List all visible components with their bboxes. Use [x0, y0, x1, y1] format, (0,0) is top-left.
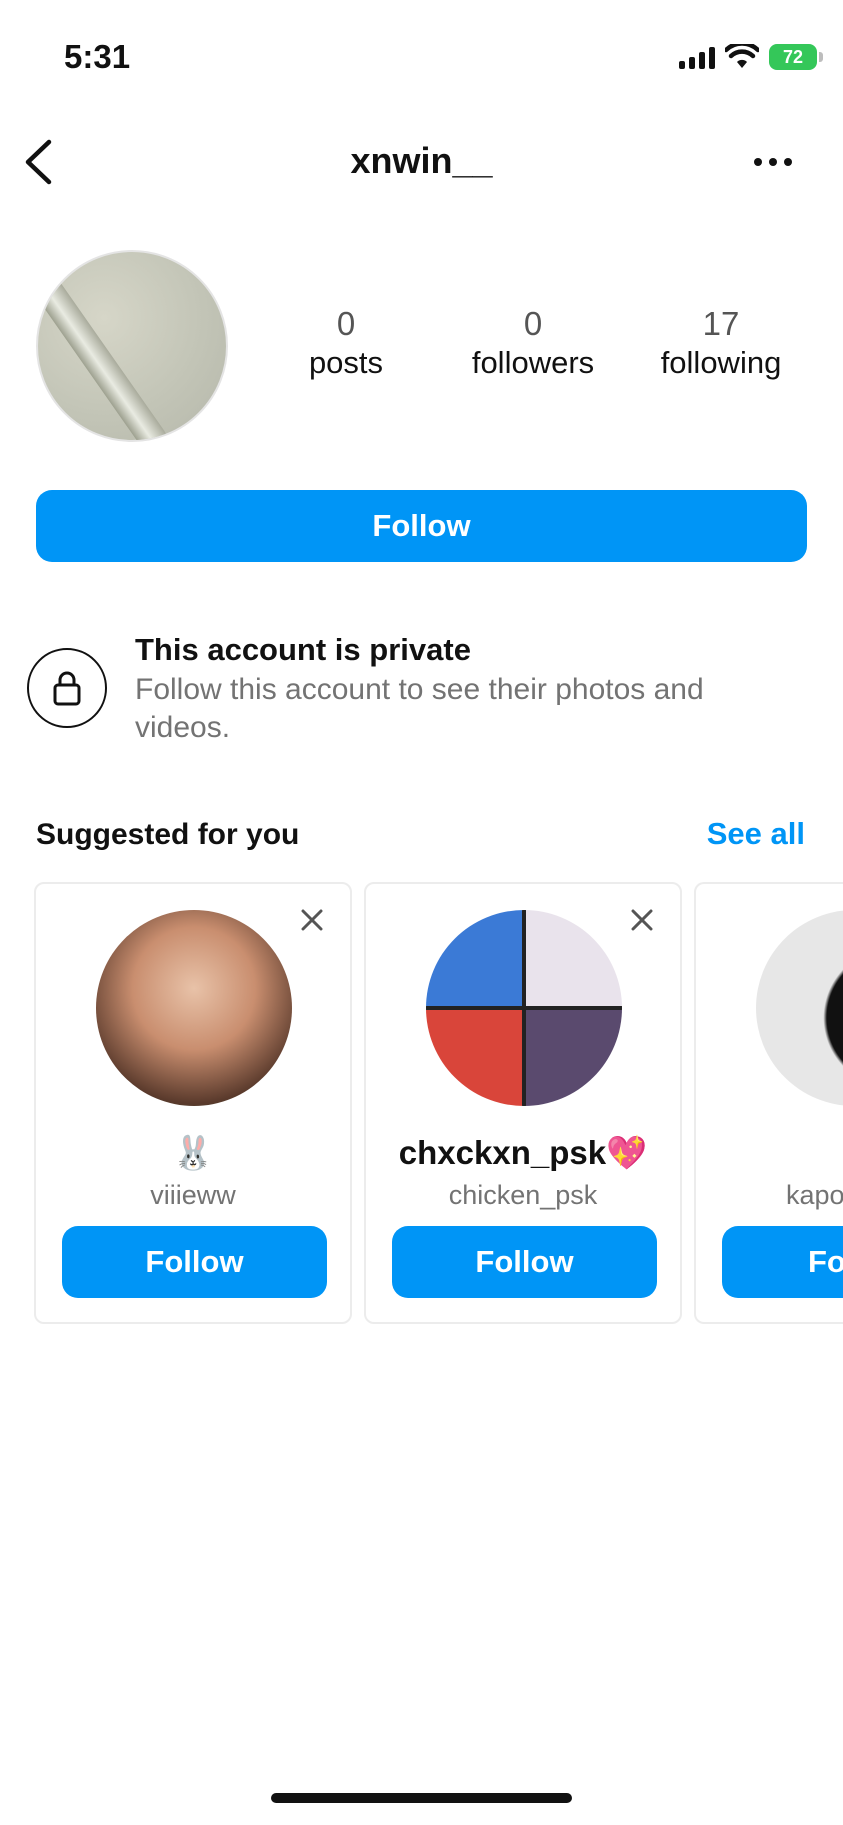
suggestions-title: Suggested for you: [36, 818, 300, 851]
suggestion-follow-button[interactable]: Follow: [62, 1226, 327, 1298]
posts-count: 0: [336, 305, 356, 342]
private-description: Follow this account to see their photos …: [135, 673, 704, 744]
wifi-icon: [725, 44, 759, 68]
suggestion-follow-button[interactable]: Fo: [722, 1226, 843, 1298]
suggestion-avatar[interactable]: [756, 910, 843, 1106]
followers-stat[interactable]: 0 followers: [453, 305, 613, 383]
posts-label: posts: [308, 345, 384, 380]
suggestion-handle: viiieww: [150, 1180, 236, 1210]
battery-icon: 72: [769, 44, 823, 70]
suggestion-avatar[interactable]: [96, 910, 292, 1106]
suggestion-display-name: chxckxn_psk💖: [398, 1134, 648, 1171]
following-stat[interactable]: 17 following: [641, 305, 801, 383]
lock-icon: [53, 671, 81, 706]
followers-label: followers: [471, 345, 595, 380]
close-icon: [631, 909, 653, 931]
suggestion-card[interactable]: kapo Fo: [694, 882, 843, 1324]
suggestion-display-name: 🐰: [172, 1134, 214, 1171]
suggestion-card[interactable]: 🐰 viiieww Follow: [34, 882, 352, 1324]
dismiss-suggestion-button[interactable]: [624, 902, 660, 938]
status-time: 5:31: [64, 38, 131, 75]
profile-avatar[interactable]: [36, 250, 228, 442]
suggestion-handle: kapo: [786, 1180, 843, 1210]
suggestion-avatar[interactable]: [426, 910, 622, 1106]
private-title: This account is private: [135, 632, 471, 667]
following-label: following: [660, 345, 782, 380]
more-horizontal-icon: [754, 158, 792, 166]
suggestion-card[interactable]: chxckxn_psk💖 chicken_psk Follow: [364, 882, 682, 1324]
followers-count: 0: [523, 305, 543, 342]
close-icon: [301, 909, 323, 931]
home-indicator[interactable]: [271, 1793, 572, 1803]
see-all-link[interactable]: See all: [707, 816, 805, 852]
following-count: 17: [702, 305, 740, 342]
follow-button[interactable]: Follow: [36, 490, 807, 562]
dismiss-suggestion-button[interactable]: [294, 902, 330, 938]
page-title: xnwin__: [350, 140, 493, 181]
suggestion-handle: chicken_psk: [448, 1180, 598, 1210]
cellular-signal-icon: [679, 45, 715, 69]
private-lock-badge: [27, 648, 107, 728]
suggestion-follow-button[interactable]: Follow: [392, 1226, 657, 1298]
posts-stat: 0 posts: [266, 305, 426, 383]
status-icons: 72: [679, 44, 823, 70]
more-options-button[interactable]: [743, 145, 803, 179]
